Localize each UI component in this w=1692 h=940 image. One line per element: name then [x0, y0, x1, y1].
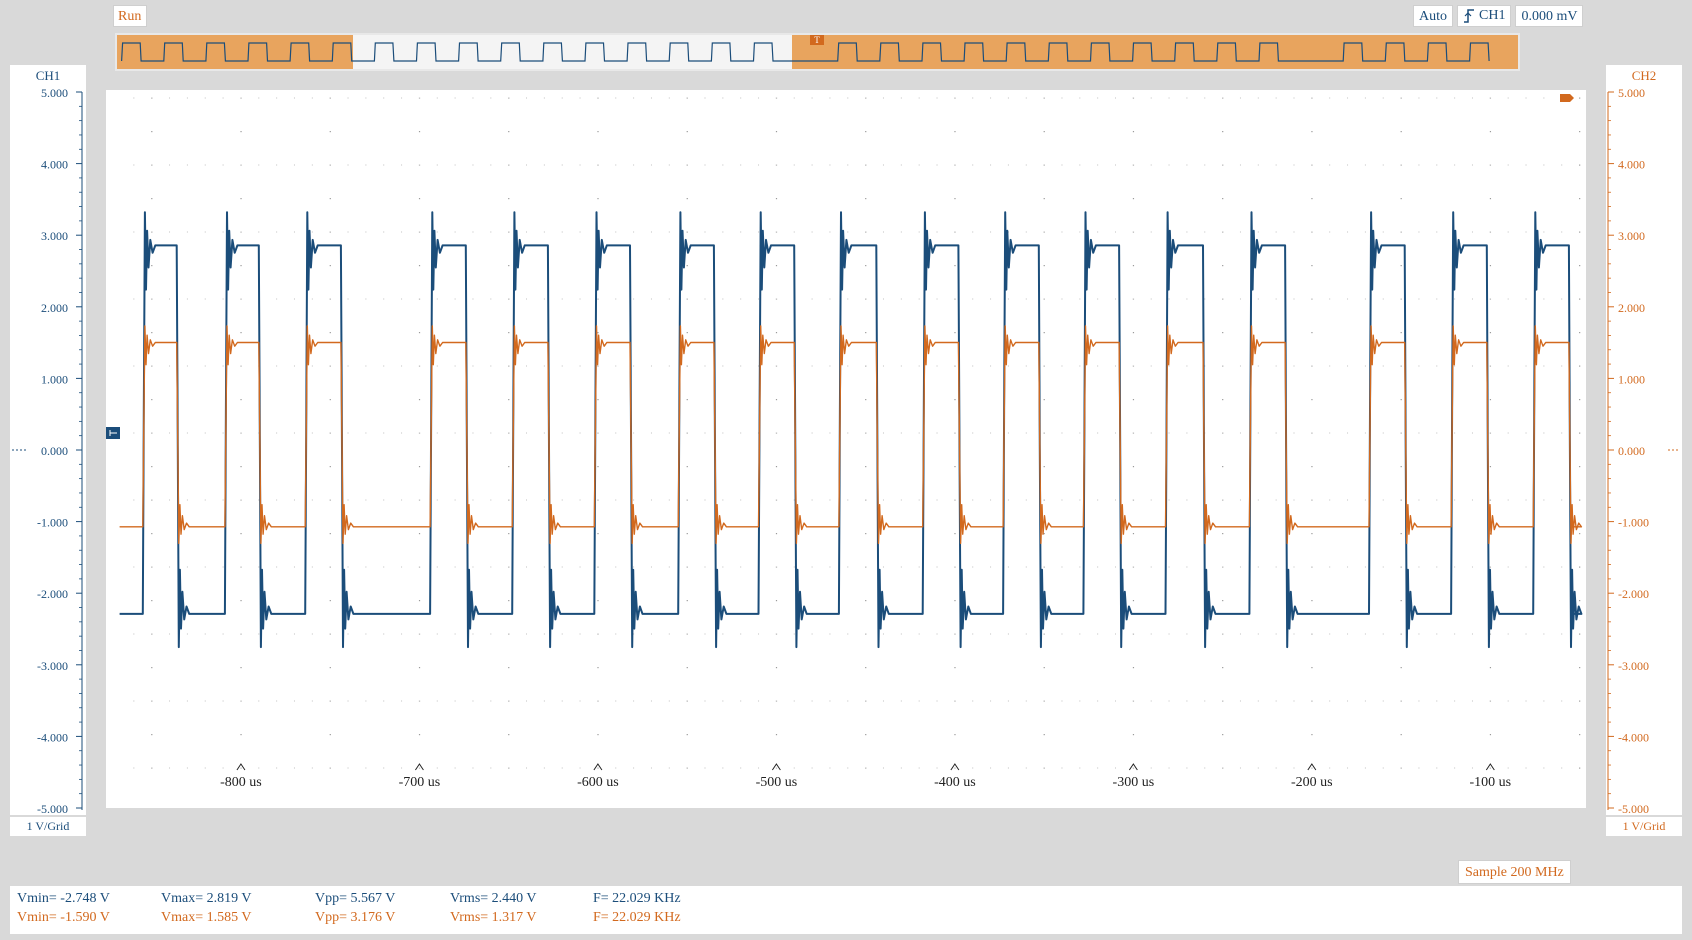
y-tick-label: 1.000: [1618, 372, 1645, 386]
ch2-volts-per-div[interactable]: 1 V/Grid: [1606, 817, 1682, 836]
y-tick: 1.000: [41, 372, 82, 437]
y-tick: 0.000: [1608, 444, 1645, 508]
ch2-scale-axis[interactable]: 5.000 4.000 3.000 2.000 1.000 0.000 -1.000 -2.0…: [1606, 86, 1682, 816]
ch2-frequency: F= 22.029 KHz: [593, 910, 681, 925]
trigger-level-field[interactable]: 0.000 mV: [1515, 5, 1584, 27]
y-tick: -1.000: [37, 516, 82, 580]
y-tick-label: 4.000: [41, 158, 68, 172]
y-tick: -1.000: [1608, 516, 1649, 580]
plot-grid: [133, 97, 1581, 769]
y-tick-label: -2.000: [1618, 587, 1649, 601]
y-tick-label: 5.000: [1618, 87, 1645, 100]
trigger-mode-button[interactable]: Auto: [1413, 5, 1453, 27]
x-tick-label: -400 us: [934, 775, 976, 790]
y-tick-label: 2.000: [41, 301, 68, 315]
ch2-trace: [119, 325, 1583, 545]
x-tick-label: -800 us: [220, 775, 262, 790]
ch2-vmax: Vmax= 1.585 V: [161, 910, 252, 925]
x-tick-label: -200 us: [1291, 775, 1333, 790]
trigger-channel-button[interactable]: CH1: [1457, 5, 1512, 27]
ch2-label[interactable]: CH2: [1606, 65, 1682, 87]
ch1-vmax: Vmax= 2.819 V: [161, 891, 252, 906]
y-tick-label: -5.000: [1618, 802, 1649, 815]
overview-window-right: [792, 35, 1518, 69]
y-tick: 5.000: [41, 86, 82, 150]
y-tick: 5.000: [1608, 86, 1645, 150]
y-tick-label: 2.000: [1618, 301, 1645, 315]
y-tick: -2.000: [1608, 587, 1649, 651]
overview-window-left: [117, 35, 353, 69]
x-tick-label: -300 us: [1113, 775, 1155, 790]
ch1-scale-axis[interactable]: 5.000 4.000 3.000 2.000 1.000 0.000 -1.000 -2.0…: [10, 86, 86, 816]
sample-rate-label: Sample 200 MHz: [1458, 860, 1571, 884]
y-tick: 2.000: [1608, 301, 1645, 365]
measurements-panel: Vmin= -2.748 V Vmax= 2.819 V Vpp= 5.567 …: [10, 886, 1682, 934]
ch1-vrms: Vrms= 2.440 V: [450, 891, 537, 906]
trigger-panel: Auto CH1 0.000 mV: [1409, 5, 1584, 27]
ch2-vpp: Vpp= 3.176 V: [315, 910, 396, 925]
y-tick-label: 0.000: [1618, 444, 1645, 458]
ch2-vrms: Vrms= 1.317 V: [450, 910, 537, 925]
y-tick-label: 0.000: [41, 444, 68, 458]
ch1-vpp: Vpp= 5.567 V: [315, 891, 396, 906]
run-button[interactable]: Run: [113, 5, 147, 27]
y-tick-label: 5.000: [41, 87, 68, 100]
x-tick-label: -600 us: [577, 775, 619, 790]
ch1-label[interactable]: CH1: [10, 65, 86, 87]
y-tick: 1.000: [1608, 372, 1645, 437]
y-tick-label: -3.000: [37, 659, 68, 673]
y-tick: 4.000: [41, 158, 82, 222]
ch2-trigger-marker: [1560, 94, 1574, 102]
ch1-ground-marker: [106, 427, 120, 439]
y-tick: -3.000: [37, 659, 82, 723]
ch1-frequency: F= 22.029 KHz: [593, 891, 681, 906]
y-tick: 3.000: [1608, 229, 1645, 293]
y-tick: -4.000: [1608, 730, 1649, 795]
y-tick-label: 1.000: [41, 372, 68, 386]
ch1-volts-per-div[interactable]: 1 V/Grid: [10, 817, 86, 836]
trigger-channel-label: CH1: [1479, 8, 1506, 23]
y-tick-label: -5.000: [37, 802, 68, 815]
y-tick: -4.000: [37, 730, 82, 795]
y-tick: -5.000: [1608, 802, 1649, 816]
y-tick-label: -1.000: [37, 516, 68, 530]
rising-edge-icon: [1464, 9, 1474, 23]
x-tick-label: -500 us: [756, 775, 798, 790]
y-tick: 2.000: [41, 301, 82, 365]
y-tick-label: -2.000: [37, 587, 68, 601]
y-tick: -2.000: [37, 587, 82, 651]
x-tick-label: -700 us: [399, 775, 441, 790]
y-tick: 4.000: [1608, 158, 1645, 222]
x-tick-label: -100 us: [1470, 775, 1512, 790]
y-tick-label: -4.000: [1618, 730, 1649, 744]
y-tick: 0.000: [41, 444, 82, 508]
y-tick-label: -1.000: [1618, 516, 1649, 530]
y-tick-label: 3.000: [1618, 229, 1645, 243]
ch2-vmin: Vmin= -1.590 V: [17, 910, 110, 925]
overview-trigger-marker[interactable]: T: [810, 35, 824, 45]
y-tick-label: -4.000: [37, 730, 68, 744]
y-tick: 3.000: [41, 229, 82, 293]
ch1-trace: [119, 211, 1583, 649]
waveform-overview[interactable]: T: [115, 33, 1520, 71]
ch1-vmin: Vmin= -2.748 V: [17, 891, 110, 906]
scope-plot-area[interactable]: -800 us -700 us -600 us -500 us -400 us -300 …: [106, 90, 1586, 808]
svg-text:T: T: [814, 35, 820, 45]
y-tick: -5.000: [37, 802, 82, 816]
y-tick-label: 3.000: [41, 229, 68, 243]
y-tick-label: -3.000: [1618, 659, 1649, 673]
y-tick-label: 4.000: [1618, 158, 1645, 172]
y-tick: -3.000: [1608, 659, 1649, 723]
